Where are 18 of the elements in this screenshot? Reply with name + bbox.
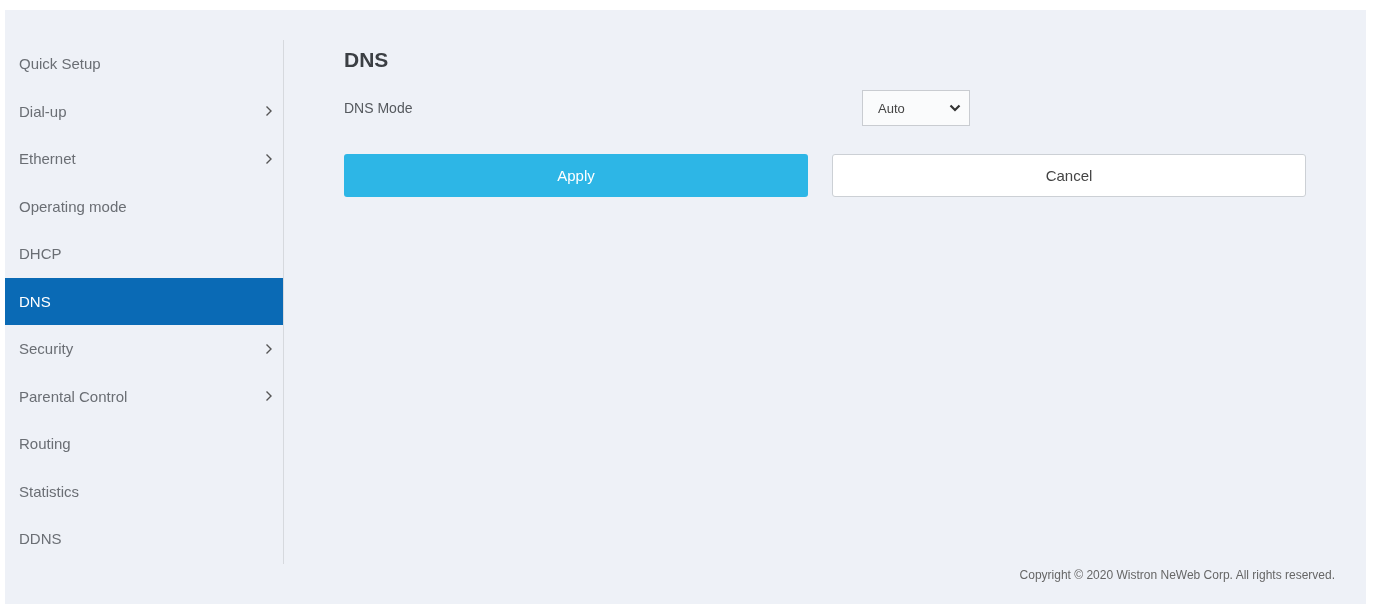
field-label: DNS Mode — [344, 100, 413, 116]
sidebar-item[interactable]: Routing — [5, 420, 283, 468]
cancel-button[interactable]: Cancel — [832, 154, 1306, 197]
sidebar-item[interactable]: Statistics — [5, 467, 283, 515]
sidebar-item[interactable]: DHCP — [5, 230, 283, 278]
sidebar-item[interactable]: Parental Control — [5, 372, 283, 420]
sidebar-item[interactable]: Ethernet — [5, 135, 283, 183]
sidebar-item[interactable]: Operating mode — [5, 182, 283, 230]
sidebar-item[interactable]: DNS — [5, 277, 283, 325]
apply-button[interactable]: Apply — [344, 154, 808, 197]
chevron-down-icon — [949, 104, 961, 112]
dropdown[interactable]: Auto — [862, 90, 970, 126]
sidebar-item[interactable]: DDNS — [5, 515, 283, 563]
sidebar-item[interactable]: Dial-up — [5, 87, 283, 135]
sidebar-item[interactable]: Quick Setup — [5, 40, 283, 88]
sidebar-item[interactable]: Security — [5, 325, 283, 373]
page-title: DNS — [344, 48, 390, 73]
copyright-text: Copyright © 2020 Wistron NeWeb Corp. All rights reserved. — [1019, 568, 1336, 584]
